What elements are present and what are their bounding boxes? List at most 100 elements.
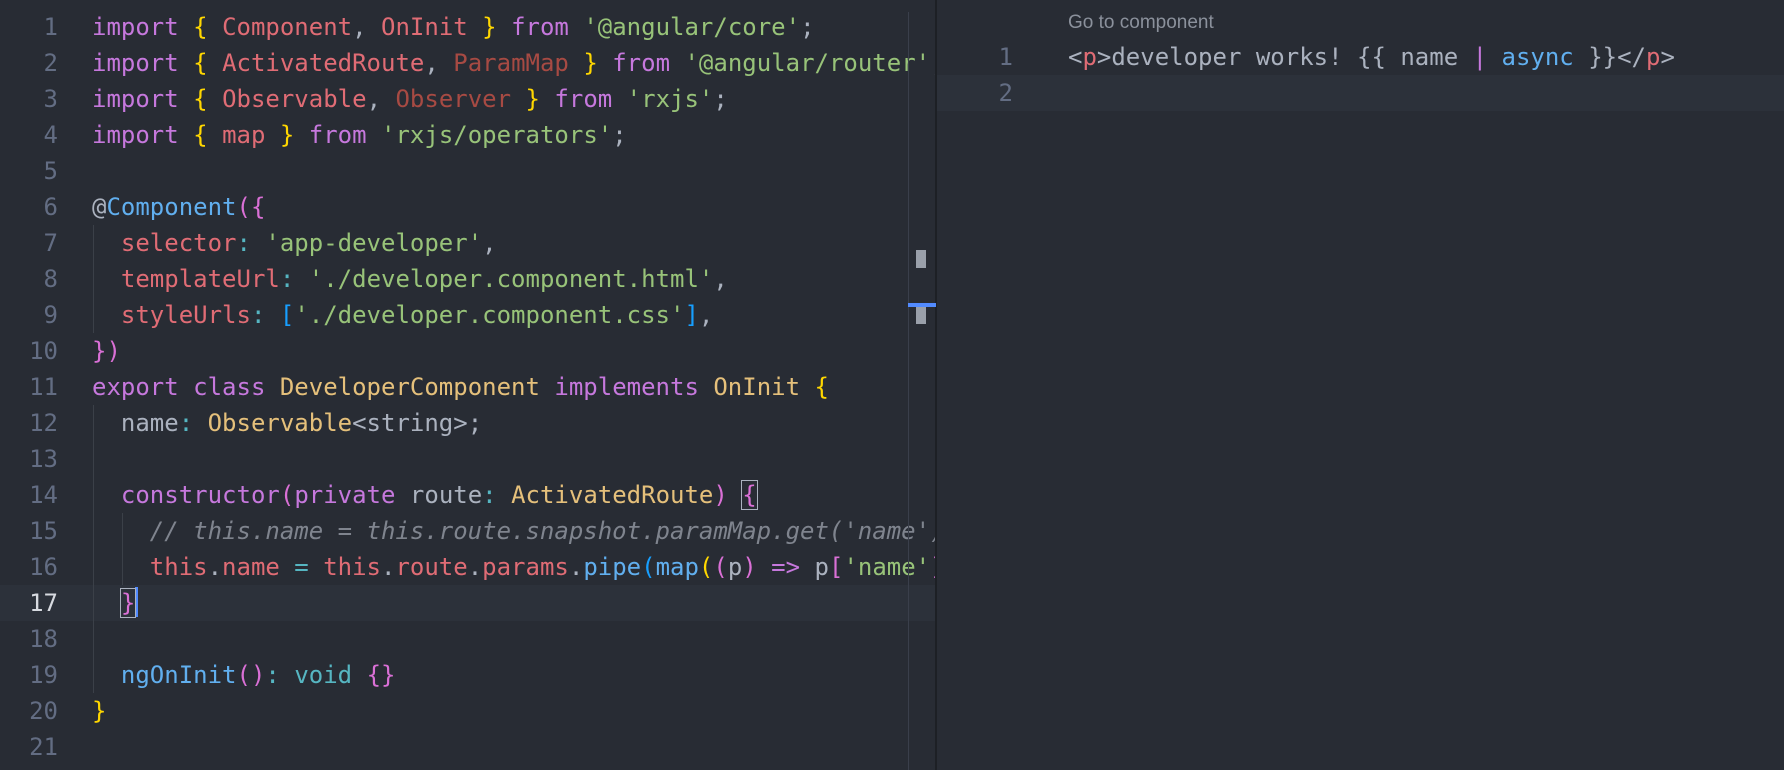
code-text[interactable]: @Component({ — [92, 189, 265, 225]
line-number: 1 — [998, 43, 1013, 71]
code-token: '@angular/router' — [684, 49, 931, 77]
code-token: < — [1068, 43, 1083, 71]
code-token: : — [482, 481, 512, 509]
code-line[interactable]: 7 selector: 'app-developer', — [0, 225, 936, 261]
line-number: 18 — [29, 625, 58, 653]
code-token: this — [149, 553, 208, 581]
code-token: . — [207, 553, 223, 581]
code-token: , — [424, 49, 454, 77]
code-text[interactable]: import { Component, OnInit } from '@angu… — [92, 9, 815, 45]
go-to-component-link[interactable]: Go to component — [1068, 12, 1214, 34]
code-token: DeveloperComponent — [279, 373, 540, 401]
line-number: 20 — [29, 697, 58, 725]
code-token: } — [92, 337, 107, 365]
code-text[interactable]: templateUrl: './developer.component.html… — [92, 261, 728, 297]
code-token: } — [482, 13, 497, 41]
code-token: : — [250, 301, 280, 329]
code-token: = — [279, 553, 324, 581]
code-editor: 1 import { Component, OnInit } from '@ang… — [0, 0, 1784, 770]
code-token: ( — [279, 481, 295, 509]
code-token: @ — [92, 193, 107, 221]
code-line[interactable]: 3 import { Observable, Observer } from 'r… — [0, 81, 936, 117]
code-line[interactable]: 4 import { map } from 'rxjs/operators'; — [0, 117, 936, 153]
code-token: ; — [800, 13, 815, 41]
code-line[interactable]: 18 — [0, 621, 936, 657]
code-line[interactable]: 12 name: Observable<string>; — [0, 405, 936, 441]
code-text[interactable]: } — [92, 693, 106, 729]
code-line[interactable]: 16 this.name = this.route.params.pipe(ma… — [0, 549, 936, 585]
code-token: '@angular/core' — [583, 13, 801, 41]
line-number: 2 — [998, 79, 1013, 107]
code-line[interactable]: 20} — [0, 693, 936, 729]
code-token: . — [467, 553, 483, 581]
code-line[interactable]: 14 constructor(private route: ActivatedR… — [0, 477, 936, 513]
code-line[interactable]: 13 — [0, 441, 936, 477]
code-line[interactable]: 11 export class DeveloperComponent implem… — [0, 369, 936, 405]
code-line[interactable]: 1 import { Component, OnInit } from '@ang… — [0, 9, 936, 45]
code-line[interactable]: 21 — [0, 729, 936, 765]
code-token: from — [554, 85, 613, 113]
left-editor-pane[interactable]: 1 import { Component, OnInit } from '@ang… — [0, 0, 936, 770]
code-line[interactable]: 1 <p>developer works! {{ name | async }}<… — [937, 39, 1784, 75]
line-number: 13 — [29, 445, 58, 473]
code-token: ActivatedRoute — [222, 49, 425, 77]
code-line[interactable]: 10}) — [0, 333, 936, 369]
code-line[interactable]: 5 — [0, 153, 936, 189]
code-line[interactable]: 2 — [937, 75, 1784, 111]
code-text[interactable]: } — [92, 585, 139, 621]
code-text[interactable]: }) — [92, 333, 121, 369]
code-text[interactable]: ngOnInit(): void {} — [92, 657, 396, 693]
code-token: { — [814, 373, 829, 401]
code-token: Observer — [395, 85, 512, 113]
code-token: constructor — [120, 481, 280, 509]
code-text[interactable]: // this.name = this.route.snapshot.param… — [92, 513, 936, 549]
code-token: } — [279, 121, 295, 149]
code-token: import — [92, 85, 179, 113]
code-token: ngOnInit — [120, 661, 237, 689]
code-token: ) — [742, 553, 757, 581]
code-token: ) — [106, 337, 121, 365]
code-line[interactable]: 6 @Component({ — [0, 189, 936, 225]
code-text[interactable]: import { Observable, Observer } from 'rx… — [92, 81, 728, 117]
right-editor-pane[interactable]: Go to component 1 <p>developer works! {{ … — [937, 0, 1784, 770]
code-text[interactable]: export class DeveloperComponent implemen… — [92, 369, 829, 405]
code-line[interactable]: 19 ngOnInit(): void {} — [0, 657, 936, 693]
code-token: p — [727, 553, 743, 581]
code-token: ] — [684, 301, 699, 329]
line-number: 7 — [43, 229, 58, 257]
code-token: void — [294, 661, 353, 689]
code-line[interactable]: 2 import { ActivatedRoute, ParamMap } fro… — [0, 45, 936, 81]
code-text[interactable]: this.name = this.route.params.pipe(map((… — [92, 549, 936, 585]
code-text[interactable]: styleUrls: ['./developer.component.css']… — [92, 297, 713, 333]
code-text[interactable]: constructor(private route: ActivatedRout… — [92, 477, 758, 513]
code-token: } — [525, 85, 540, 113]
code-text[interactable]: name: Observable<string>; — [92, 405, 482, 441]
scroll-cursor-marker — [908, 303, 936, 307]
code-line[interactable]: 9 styleUrls: ['./developer.component.css… — [0, 297, 936, 333]
code-line[interactable]: 17 } — [0, 585, 936, 621]
code-token: : — [265, 661, 295, 689]
code-text[interactable]: selector: 'app-developer', — [92, 225, 497, 261]
code-token: class — [193, 373, 266, 401]
code-text[interactable]: import { map } from 'rxjs/operators'; — [92, 117, 627, 153]
code-token: . — [568, 553, 584, 581]
code-text[interactable]: <p>developer works! {{ name | async }}</… — [1068, 39, 1675, 75]
code-line[interactable]: 15 // this.name = this.route.snapshot.pa… — [0, 513, 936, 549]
code-text[interactable]: import { ActivatedRoute, ParamMap } from… — [92, 45, 936, 81]
scroll-marker — [916, 306, 926, 324]
left-scrollbar[interactable] — [908, 12, 909, 770]
code-line[interactable]: 8 templateUrl: './developer.component.ht… — [0, 261, 936, 297]
code-token: './developer.component.html' — [308, 265, 714, 293]
code-token: } — [583, 49, 598, 77]
code-token: params — [482, 553, 569, 581]
